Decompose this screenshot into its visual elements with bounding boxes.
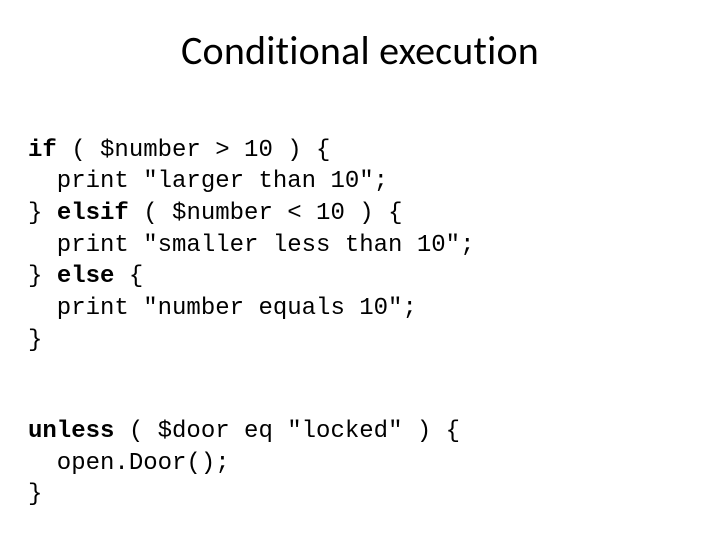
code-block-if-elsif-else: if ( $number > 10 ) { print "larger than…	[28, 103, 692, 356]
code-line: } else {	[28, 263, 143, 290]
slide-title: Conditional execution	[28, 26, 692, 75]
code-line: print "larger than 10";	[28, 168, 388, 195]
code-line: } elsif ( $number < 10 ) {	[28, 200, 402, 227]
keyword-else: else	[57, 263, 115, 290]
code-line: print "smaller less than 10";	[28, 232, 474, 259]
code-text: ( $number < 10 ) {	[129, 200, 403, 227]
code-line: }	[28, 327, 42, 354]
code-line: if ( $number > 10 ) {	[28, 137, 330, 164]
code-text: ( $door eq "locked" ) {	[114, 418, 460, 445]
slide: Conditional execution if ( $number > 10 …	[0, 0, 720, 540]
code-line: print "number equals 10";	[28, 295, 417, 322]
code-text: ( $number > 10 ) {	[57, 137, 331, 164]
code-text: }	[28, 200, 57, 227]
code-line: unless ( $door eq "locked" ) {	[28, 418, 460, 445]
keyword-elsif: elsif	[57, 200, 129, 227]
code-text: {	[114, 263, 143, 290]
code-line: open.Door();	[28, 450, 230, 477]
code-text: }	[28, 263, 57, 290]
code-line: }	[28, 481, 42, 508]
keyword-unless: unless	[28, 418, 114, 445]
keyword-if: if	[28, 137, 57, 164]
code-block-unless: unless ( $door eq "locked" ) { open.Door…	[28, 384, 692, 511]
